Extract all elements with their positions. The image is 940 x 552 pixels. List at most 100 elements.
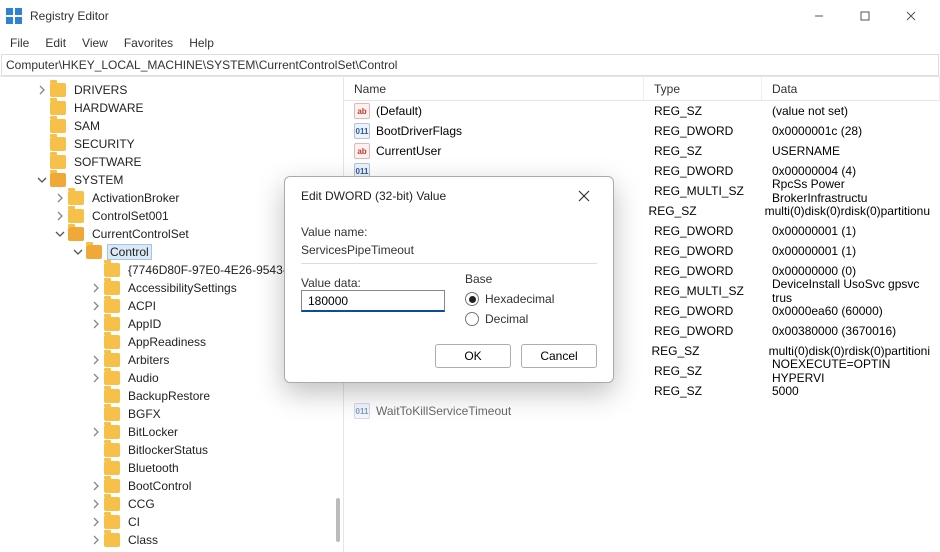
value-type: REG_DWORD	[644, 164, 762, 178]
close-button[interactable]	[888, 0, 934, 32]
tree-label: Arbiters	[126, 353, 171, 367]
folder-icon	[68, 227, 84, 241]
chevron-icon[interactable]	[90, 318, 102, 330]
folder-icon	[104, 371, 120, 385]
tree-item[interactable]: BackupRestore	[0, 387, 343, 405]
chevron-icon[interactable]	[54, 210, 66, 222]
chevron-icon[interactable]	[90, 534, 102, 546]
tree-item[interactable]: HARDWARE	[0, 99, 343, 117]
chevron-icon[interactable]	[90, 300, 102, 312]
tree-label: BitLocker	[126, 425, 180, 439]
chevron-icon[interactable]	[90, 372, 102, 384]
value-name: (Default)	[376, 104, 422, 118]
dword-value-icon: 011	[354, 123, 370, 139]
value-row[interactable]: REG_SZ5000	[344, 381, 940, 401]
value-row[interactable]: ab(Default)REG_SZ(value not set)	[344, 101, 940, 121]
tree-item[interactable]: SAM	[0, 117, 343, 135]
base-label: Base	[465, 272, 554, 286]
menu-help[interactable]: Help	[189, 36, 214, 50]
folder-icon	[104, 425, 120, 439]
value-row[interactable]: 011WaitToKillServiceTimeout	[344, 401, 940, 421]
folder-icon	[104, 533, 120, 547]
tree-label: SYSTEM	[72, 173, 125, 187]
value-name: WaitToKillServiceTimeout	[376, 404, 511, 418]
folder-icon	[104, 443, 120, 457]
tree-item[interactable]: CI	[0, 513, 343, 531]
folder-icon	[50, 137, 66, 151]
dialog-close-button[interactable]	[571, 183, 597, 209]
value-data: 0x00000004 (4)	[762, 164, 940, 178]
value-type: REG_SZ	[644, 364, 762, 378]
tree-item[interactable]: DRIVERS	[0, 81, 343, 99]
tree-item[interactable]: SECURITY	[0, 135, 343, 153]
maximize-button[interactable]	[842, 0, 888, 32]
tree-item[interactable]: BitlockerStatus	[0, 441, 343, 459]
cancel-button[interactable]: Cancel	[521, 344, 597, 368]
folder-icon	[104, 353, 120, 367]
chevron-icon	[36, 120, 48, 132]
chevron-icon[interactable]	[90, 480, 102, 492]
tree-item[interactable]: Class	[0, 531, 343, 549]
col-data[interactable]: Data	[762, 77, 940, 100]
folder-icon	[104, 515, 120, 529]
value-data-input[interactable]	[301, 290, 445, 312]
chevron-icon[interactable]	[72, 246, 84, 258]
col-name[interactable]: Name	[344, 77, 644, 100]
chevron-icon[interactable]	[90, 498, 102, 510]
menu-file[interactable]: File	[10, 36, 29, 50]
chevron-icon[interactable]	[54, 228, 66, 240]
folder-icon	[50, 83, 66, 97]
chevron-icon[interactable]	[36, 84, 48, 96]
tree-item[interactable]: BitLocker	[0, 423, 343, 441]
folder-icon	[104, 407, 120, 421]
tree-item[interactable]: BootControl	[0, 477, 343, 495]
value-type: REG_MULTI_SZ	[644, 184, 762, 198]
tree-item[interactable]: Bluetooth	[0, 459, 343, 477]
radio-hex[interactable]: Hexadecimal	[465, 292, 554, 306]
folder-icon	[104, 299, 120, 313]
value-data: 0x00000000 (0)	[762, 264, 940, 278]
tree-label: AppID	[126, 317, 163, 331]
value-type: REG_SZ	[639, 204, 755, 218]
tree-item[interactable]: CCG	[0, 495, 343, 513]
chevron-icon[interactable]	[54, 192, 66, 204]
menu-favorites[interactable]: Favorites	[124, 36, 173, 50]
value-row[interactable]: abCurrentUserREG_SZUSERNAME	[344, 141, 940, 161]
chevron-icon[interactable]	[90, 282, 102, 294]
value-data: 0x00000001 (1)	[762, 224, 940, 238]
tree-label: AppReadiness	[126, 335, 208, 349]
tree-label: BootControl	[126, 479, 193, 493]
value-data: 0x00380000 (3670016)	[762, 324, 940, 338]
address-bar[interactable]: Computer\HKEY_LOCAL_MACHINE\SYSTEM\Curre…	[1, 54, 939, 76]
value-data: multi(0)disk(0)rdisk(0)partitionu	[755, 204, 940, 218]
col-type[interactable]: Type	[644, 77, 762, 100]
chevron-icon[interactable]	[36, 174, 48, 186]
value-data: (value not set)	[762, 104, 940, 118]
radio-dec[interactable]: Decimal	[465, 312, 554, 326]
minimize-button[interactable]	[796, 0, 842, 32]
splitter-handle[interactable]	[336, 498, 340, 542]
chevron-icon	[90, 336, 102, 348]
menu-edit[interactable]: Edit	[45, 36, 66, 50]
values-header[interactable]: Name Type Data	[344, 77, 940, 101]
tree-item[interactable]: SOFTWARE	[0, 153, 343, 171]
address-bar-text: Computer\HKEY_LOCAL_MACHINE\SYSTEM\Curre…	[6, 58, 397, 72]
value-row[interactable]: 011BootDriverFlagsREG_DWORD0x0000001c (2…	[344, 121, 940, 141]
chevron-icon	[90, 390, 102, 402]
chevron-icon	[90, 408, 102, 420]
edit-dword-dialog: Edit DWORD (32-bit) Value Value name: Se…	[284, 176, 614, 383]
value-name-label: Value name:	[301, 225, 597, 239]
value-data: multi(0)disk(0)rdisk(0)partitioni	[759, 344, 940, 358]
tree-label: ACPI	[126, 299, 158, 313]
chevron-icon[interactable]	[90, 426, 102, 438]
chevron-icon[interactable]	[90, 354, 102, 366]
tree-label: SAM	[72, 119, 102, 133]
chevron-icon[interactable]	[90, 516, 102, 528]
tree-item[interactable]: BGFX	[0, 405, 343, 423]
ok-button[interactable]: OK	[435, 344, 511, 368]
folder-icon	[50, 173, 66, 187]
folder-icon	[104, 263, 120, 277]
menu-view[interactable]: View	[82, 36, 108, 50]
value-type: REG_DWORD	[644, 244, 762, 258]
chevron-icon	[90, 444, 102, 456]
